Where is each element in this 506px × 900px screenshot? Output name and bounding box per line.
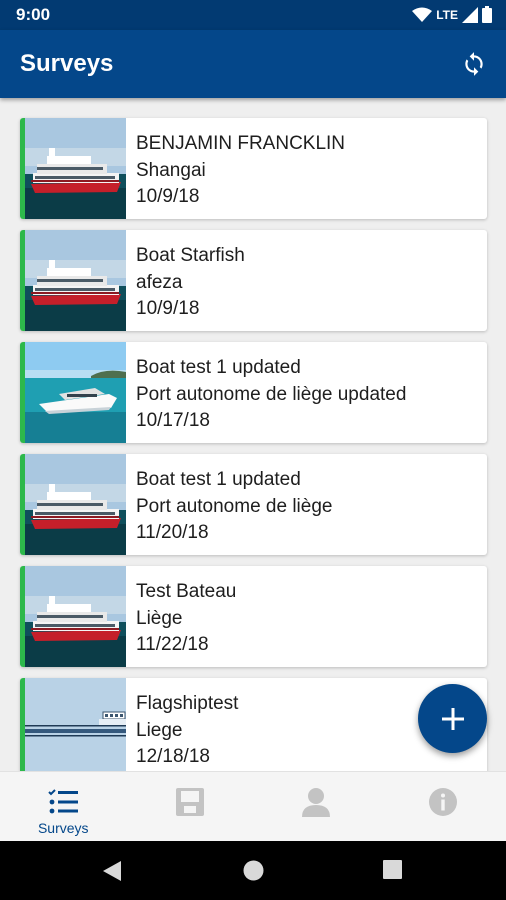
survey-card[interactable]: BENJAMIN FRANCKLIN Shangai 10/9/18 — [20, 118, 487, 219]
boat-photo — [25, 118, 126, 219]
survey-card[interactable]: Boat test 1 updated Port autonome de liè… — [20, 342, 487, 443]
survey-location: Port autonome de liège — [136, 495, 333, 517]
survey-date: 10/9/18 — [136, 186, 200, 207]
checklist-icon — [48, 789, 79, 814]
add-survey-button[interactable] — [418, 684, 487, 753]
app-bar: Surveys — [0, 30, 506, 98]
status-icons: LTE — [412, 6, 492, 23]
survey-date: 11/22/18 — [136, 634, 209, 655]
sync-button[interactable] — [456, 46, 492, 82]
page-title: Surveys — [20, 50, 114, 77]
survey-date: 11/20/18 — [136, 522, 209, 543]
survey-card[interactable]: Test Bateau Liège 11/22/18 — [20, 566, 487, 667]
recents-icon[interactable] — [383, 860, 402, 879]
nav-item-save[interactable] — [127, 772, 254, 842]
survey-location: Port autonome de liège updated — [136, 383, 407, 405]
survey-name: Boat Starfish — [136, 245, 245, 266]
plus-icon — [441, 707, 464, 730]
signal-icon — [462, 6, 478, 23]
survey-location: Liege — [136, 719, 183, 741]
survey-date: 10/17/18 — [136, 410, 210, 431]
bottom-navigation: Surveys — [0, 771, 506, 841]
survey-name: BENJAMIN FRANCKLIN — [136, 133, 346, 154]
network-type: LTE — [436, 7, 458, 22]
survey-name: Flagshiptest — [136, 693, 239, 714]
status-time: 9:00 — [16, 5, 51, 24]
survey-location: afeza — [136, 271, 183, 293]
survey-location: Shangai — [136, 159, 206, 181]
survey-list: BENJAMIN FRANCKLIN Shangai 10/9/18 Boat … — [20, 118, 487, 790]
sync-icon — [465, 52, 483, 76]
survey-date: 10/9/18 — [136, 298, 200, 319]
survey-name: Test Bateau — [136, 581, 237, 602]
system-navigation-bar — [0, 841, 506, 900]
nav-label-surveys: Surveys — [37, 820, 89, 836]
save-icon — [175, 788, 204, 816]
nav-item-surveys[interactable]: Surveys — [0, 772, 127, 842]
nav-item-profile[interactable] — [253, 772, 380, 842]
info-icon — [428, 788, 457, 816]
survey-location: Liège — [136, 607, 183, 629]
survey-name: Boat test 1 updated — [136, 357, 301, 378]
boat-photo — [25, 678, 126, 779]
boat-photo — [25, 454, 126, 555]
person-icon — [302, 788, 331, 817]
home-icon[interactable] — [243, 860, 264, 881]
survey-date: 12/18/18 — [136, 746, 210, 767]
battery-icon — [482, 6, 492, 23]
survey-card[interactable]: Flagshiptest Liege 12/18/18 — [20, 678, 487, 779]
survey-card[interactable]: Boat test 1 updated Port autonome de liè… — [20, 454, 487, 555]
status-bar: 9:00 LTE — [0, 0, 506, 30]
survey-name: Boat test 1 updated — [136, 469, 301, 490]
boat-photo — [25, 342, 126, 443]
back-icon[interactable] — [102, 860, 122, 882]
boat-photo — [25, 230, 126, 331]
boat-photo — [25, 566, 126, 667]
survey-card[interactable]: Boat Starfish afeza 10/9/18 — [20, 230, 487, 331]
nav-item-info[interactable] — [380, 772, 506, 842]
wifi-icon — [412, 7, 433, 22]
